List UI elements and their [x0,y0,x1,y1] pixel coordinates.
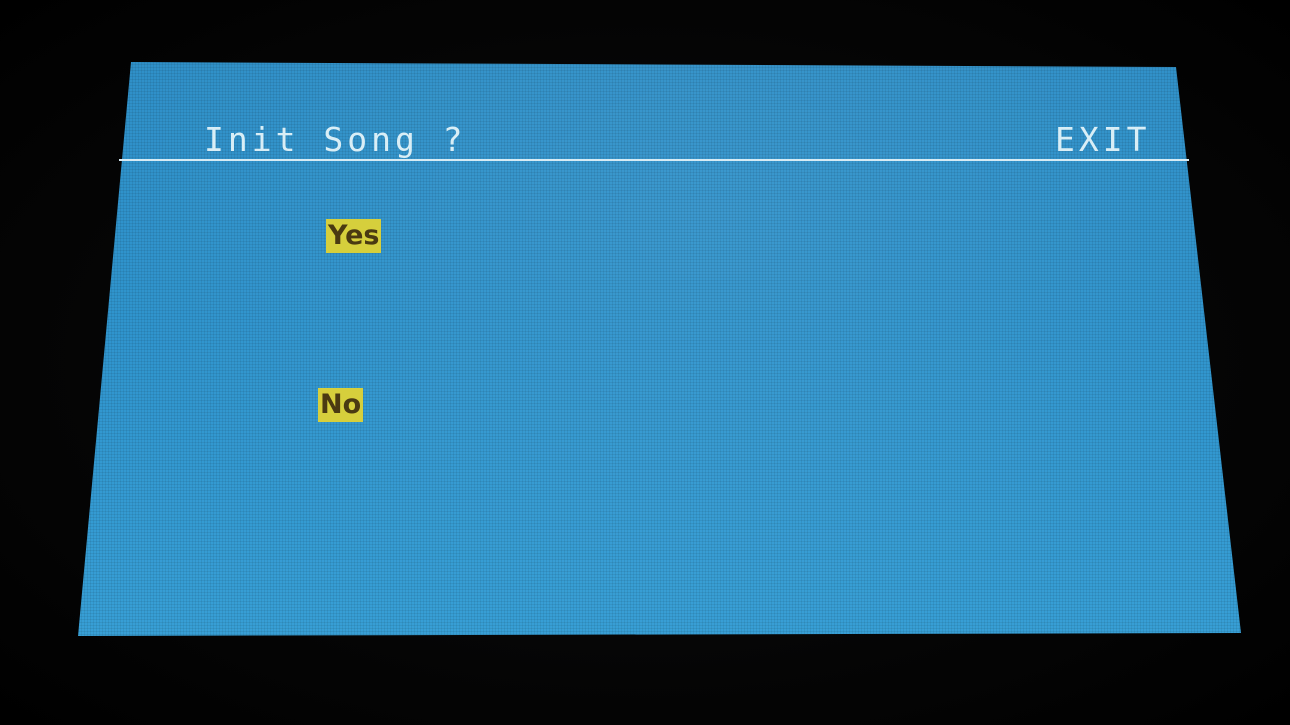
page-title: Init Song ? [204,120,467,159]
device-photo: Init Song ? EXIT Yes No [0,0,1290,725]
header-divider [119,159,1189,161]
exit-button[interactable]: EXIT [1055,118,1150,162]
no-button[interactable]: No [318,388,364,422]
yes-button[interactable]: Yes [326,219,382,253]
lcd-screen [78,62,1241,636]
screen-glare [78,62,1241,636]
